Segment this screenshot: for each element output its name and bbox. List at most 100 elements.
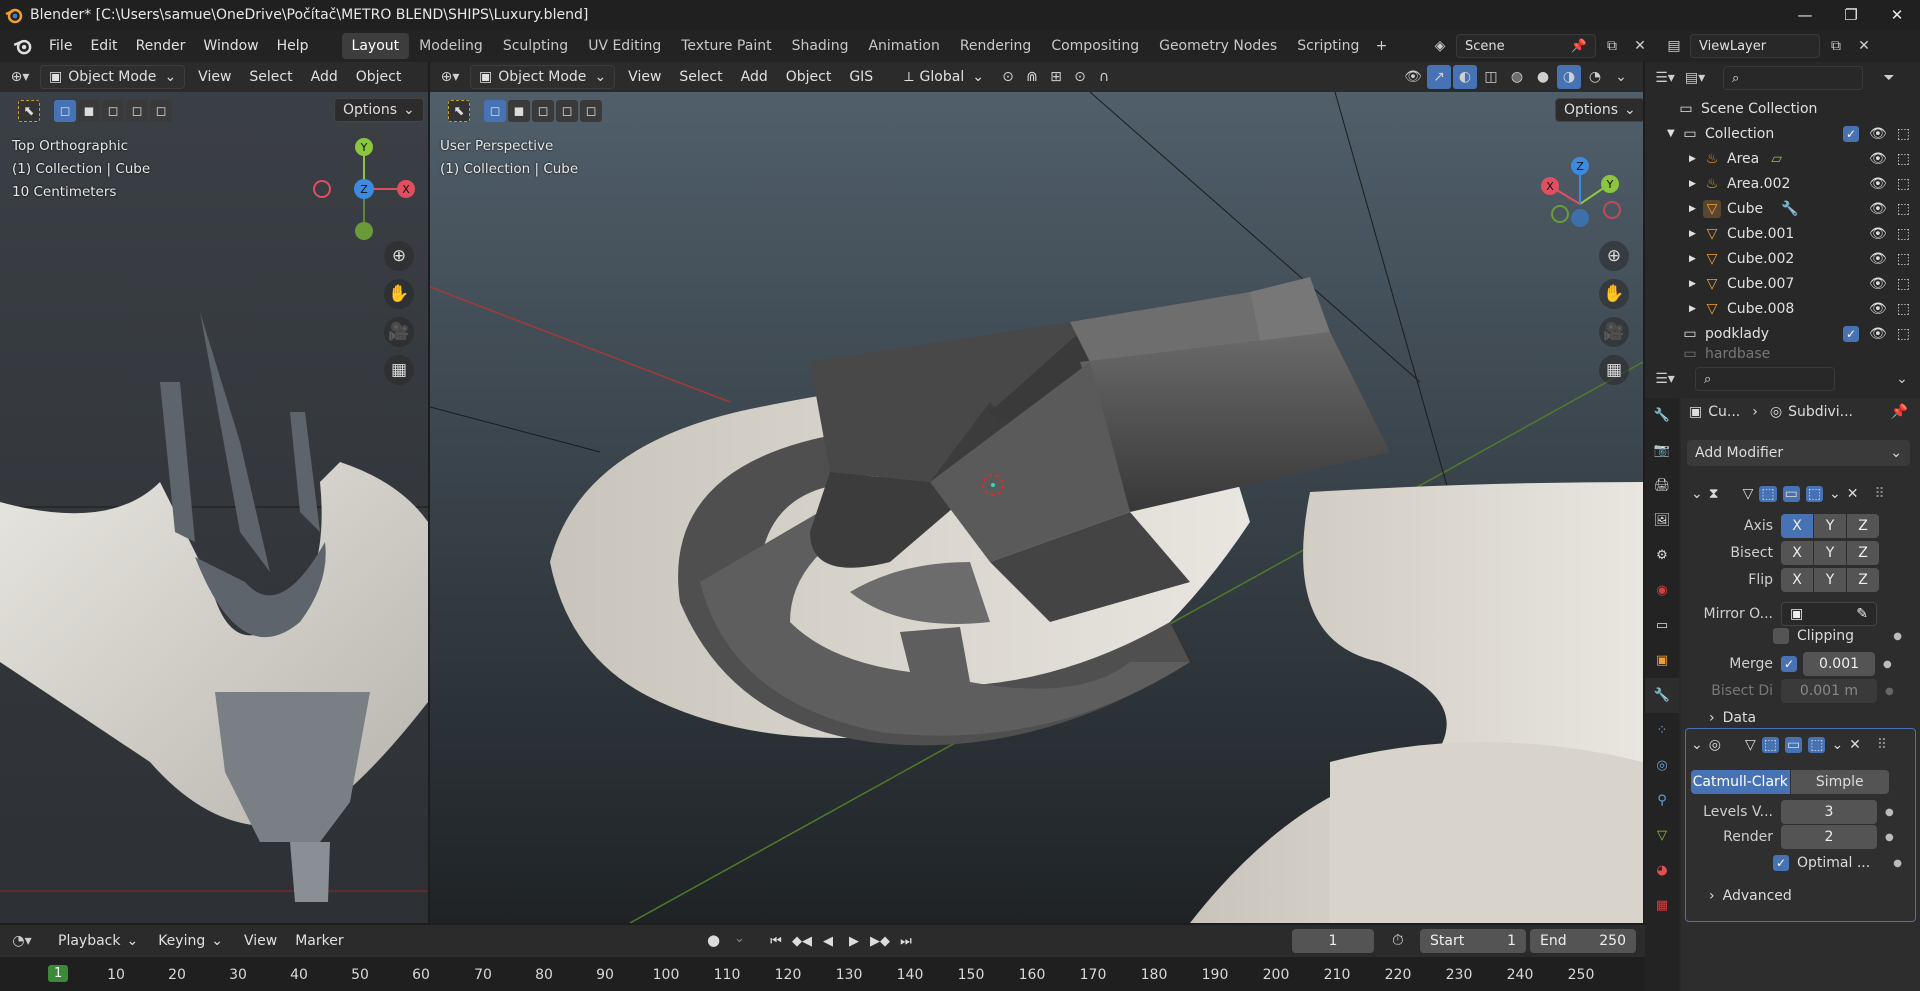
snap-target-icon[interactable]: ⊞ bbox=[1044, 65, 1068, 89]
pin-icon[interactable]: 📌 bbox=[1571, 39, 1587, 54]
left-menu-view[interactable]: View bbox=[189, 69, 240, 85]
tab-geometry-nodes[interactable]: Geometry Nodes bbox=[1149, 33, 1287, 59]
main-axis-gizmo[interactable]: X Y Z bbox=[1530, 146, 1640, 256]
physics-tab-icon[interactable]: ◎ bbox=[1645, 748, 1679, 783]
checkbox-icon[interactable]: ✓ bbox=[1842, 125, 1859, 142]
left-viewport[interactable]: ⊕▾ ▣ Object Mode ⌄ View Select Add Object … bbox=[0, 62, 428, 923]
outliner-row-cube-007[interactable]: ▶ ▽ Cube.007 👁 ⬚ bbox=[1645, 271, 1920, 296]
drag-handle-icon[interactable]: ⠿ bbox=[1877, 737, 1887, 753]
outliner-row-cube-002[interactable]: ▶ ▽ Cube.002 👁 ⬚ bbox=[1645, 246, 1920, 271]
view-layer-tab-icon[interactable]: 🖼 bbox=[1645, 503, 1679, 538]
tab-sculpting[interactable]: Sculpting bbox=[493, 33, 578, 59]
outliner-row-hardbase[interactable]: ▭ hardbase bbox=[1645, 346, 1920, 362]
rendered-shading-icon[interactable]: ◔ bbox=[1583, 65, 1607, 89]
expand-right-icon[interactable]: ▶ bbox=[1689, 229, 1703, 239]
jump-end-icon[interactable]: ⏭ bbox=[895, 930, 917, 952]
chevron-down-icon[interactable]: ⌄ bbox=[1831, 737, 1843, 753]
outliner-row-cube-008[interactable]: ▶ ▽ Cube.008 👁 ⬚ bbox=[1645, 296, 1920, 321]
collapse-icon[interactable]: ⌄ bbox=[1691, 737, 1703, 753]
current-frame-field[interactable]: 1 bbox=[1292, 929, 1374, 953]
left-mode-select[interactable]: ▣ Object Mode ⌄ bbox=[40, 65, 186, 89]
solid-shading-icon[interactable]: ● bbox=[1531, 65, 1555, 89]
left-options-button[interactable]: Options ⌄ bbox=[334, 98, 424, 122]
merge-value-field[interactable]: 0.001 bbox=[1803, 652, 1875, 676]
filter-icon[interactable]: ⏷ bbox=[1877, 66, 1901, 90]
camera-render-icon[interactable]: ⬚ bbox=[1897, 326, 1910, 342]
outliner-editor-type-icon[interactable]: ☰▾ bbox=[1653, 66, 1677, 90]
bisect-z-button[interactable]: Z bbox=[1847, 541, 1879, 565]
close-icon[interactable]: ✕ bbox=[1874, 6, 1920, 24]
render-tab-icon[interactable]: 📷 bbox=[1645, 433, 1679, 468]
modifier-tab-icon[interactable]: 🔧 bbox=[1645, 678, 1679, 713]
axis-y-button[interactable]: Y bbox=[1814, 514, 1846, 538]
scene-field[interactable]: Scene 📌 bbox=[1456, 34, 1596, 58]
bisect-x-button[interactable]: X bbox=[1781, 541, 1813, 565]
camera-render-icon[interactable]: ⬚ bbox=[1897, 176, 1910, 192]
transform-orientation-select[interactable]: ⟂ Global ⌄ bbox=[896, 65, 992, 89]
tab-shading[interactable]: Shading bbox=[782, 33, 859, 59]
data-subpanel[interactable]: › Data bbox=[1681, 710, 1920, 726]
expand-right-icon[interactable]: ▶ bbox=[1689, 279, 1703, 289]
keyframe-dot-icon[interactable]: ● bbox=[1893, 631, 1902, 642]
tool-tab-icon[interactable]: 🔧 bbox=[1645, 398, 1679, 433]
cage-toggle-icon[interactable]: ⬚ bbox=[1761, 737, 1779, 753]
main-menu-object[interactable]: Object bbox=[777, 69, 841, 85]
bisect-distance-field[interactable]: 0.001 m bbox=[1781, 679, 1877, 703]
flip-z-button[interactable]: Z bbox=[1847, 568, 1879, 592]
material-tab-icon[interactable]: ◕ bbox=[1645, 853, 1679, 888]
blender-menu-icon[interactable] bbox=[12, 35, 34, 57]
tab-texture-paint[interactable]: Texture Paint bbox=[671, 33, 781, 59]
particles-tab-icon[interactable]: ⁘ bbox=[1645, 713, 1679, 748]
viewport-toggle-icon[interactable]: ▭ bbox=[1784, 737, 1803, 753]
simple-button[interactable]: Simple bbox=[1790, 770, 1889, 794]
tab-layout[interactable]: Layout bbox=[341, 33, 410, 59]
chevron-down-icon[interactable]: ⌄ bbox=[1890, 367, 1914, 391]
scene-icon[interactable]: ◈ bbox=[1428, 34, 1452, 58]
levels-render-field[interactable]: 2 bbox=[1781, 825, 1877, 849]
expand-down-icon[interactable]: ▼ bbox=[1667, 128, 1681, 139]
left-menu-object[interactable]: Object bbox=[347, 69, 411, 85]
expand-right-icon[interactable]: ▶ bbox=[1689, 304, 1703, 314]
render-toggle-icon[interactable]: ⬚ bbox=[1805, 486, 1824, 502]
chevron-down-icon[interactable]: ⌄ bbox=[734, 931, 745, 946]
keyframe-dot-icon[interactable]: ● bbox=[1885, 686, 1894, 697]
timeline-menu-marker[interactable]: Marker bbox=[286, 933, 352, 949]
timeline-ruler[interactable]: 1 10 20 30 40 50 60 70 80 90 100 110 120… bbox=[0, 957, 1645, 991]
main-mode-select[interactable]: ▣ Object Mode ⌄ bbox=[470, 65, 616, 89]
falloff-icon[interactable]: ∩ bbox=[1092, 65, 1116, 89]
properties-editor-type-icon[interactable]: ☰▾ bbox=[1653, 367, 1677, 391]
view-layer-icon[interactable]: ▤ bbox=[1662, 34, 1686, 58]
merge-checkbox[interactable]: ✓ bbox=[1781, 656, 1797, 672]
eye-icon[interactable]: 👁 bbox=[1869, 226, 1887, 242]
world-tab-icon[interactable]: ◉ bbox=[1645, 573, 1679, 608]
keyframe-dot-icon[interactable]: ● bbox=[1885, 807, 1894, 818]
main-menu-view[interactable]: View bbox=[619, 69, 670, 85]
display-mode-icon[interactable]: ▤▾ bbox=[1683, 66, 1707, 90]
viewport-toggle-icon[interactable]: ▭ bbox=[1782, 486, 1800, 502]
play-reverse-icon[interactable]: ◀ bbox=[817, 930, 839, 952]
expand-right-icon[interactable]: ▶ bbox=[1689, 179, 1703, 189]
eyedropper-icon[interactable]: ✎ bbox=[1856, 606, 1868, 622]
eye-icon[interactable]: 👁 bbox=[1869, 301, 1887, 317]
texture-tab-icon[interactable]: ▦ bbox=[1645, 888, 1679, 923]
tab-scripting[interactable]: Scripting bbox=[1287, 33, 1369, 59]
editor-type-icon[interactable]: ⊕▾ bbox=[8, 65, 32, 89]
pan-hand-icon[interactable]: ✋ bbox=[384, 279, 414, 309]
outliner-row-area[interactable]: ▶ ♨ Area ▱ 👁 ⬚ bbox=[1645, 146, 1920, 171]
timeline-editor-type-icon[interactable]: ◔▾ bbox=[10, 929, 34, 953]
main-menu-gis[interactable]: GIS bbox=[840, 69, 882, 85]
keyframe-dot-icon[interactable]: ● bbox=[1885, 832, 1894, 843]
data-tab-icon[interactable]: ▽ bbox=[1645, 818, 1679, 853]
camera-render-icon[interactable]: ⬚ bbox=[1897, 276, 1910, 292]
jump-keyframe-back-icon[interactable]: ◆◀ bbox=[791, 930, 813, 952]
close-modifier-icon[interactable]: ✕ bbox=[1847, 486, 1859, 502]
render-toggle-icon[interactable]: ⬚ bbox=[1808, 737, 1826, 753]
select-subtract-icon[interactable]: ◻ bbox=[102, 100, 124, 122]
flip-x-button[interactable]: X bbox=[1781, 568, 1813, 592]
auto-keying-icon[interactable]: ● bbox=[707, 931, 720, 949]
expand-right-icon[interactable]: ▶ bbox=[1689, 154, 1703, 164]
camera-render-icon[interactable]: ⬚ bbox=[1897, 301, 1910, 317]
catmull-clark-button[interactable]: Catmull-Clark bbox=[1691, 770, 1790, 794]
tab-compositing[interactable]: Compositing bbox=[1041, 33, 1149, 59]
stopwatch-icon[interactable]: ⏱ bbox=[1392, 931, 1404, 949]
